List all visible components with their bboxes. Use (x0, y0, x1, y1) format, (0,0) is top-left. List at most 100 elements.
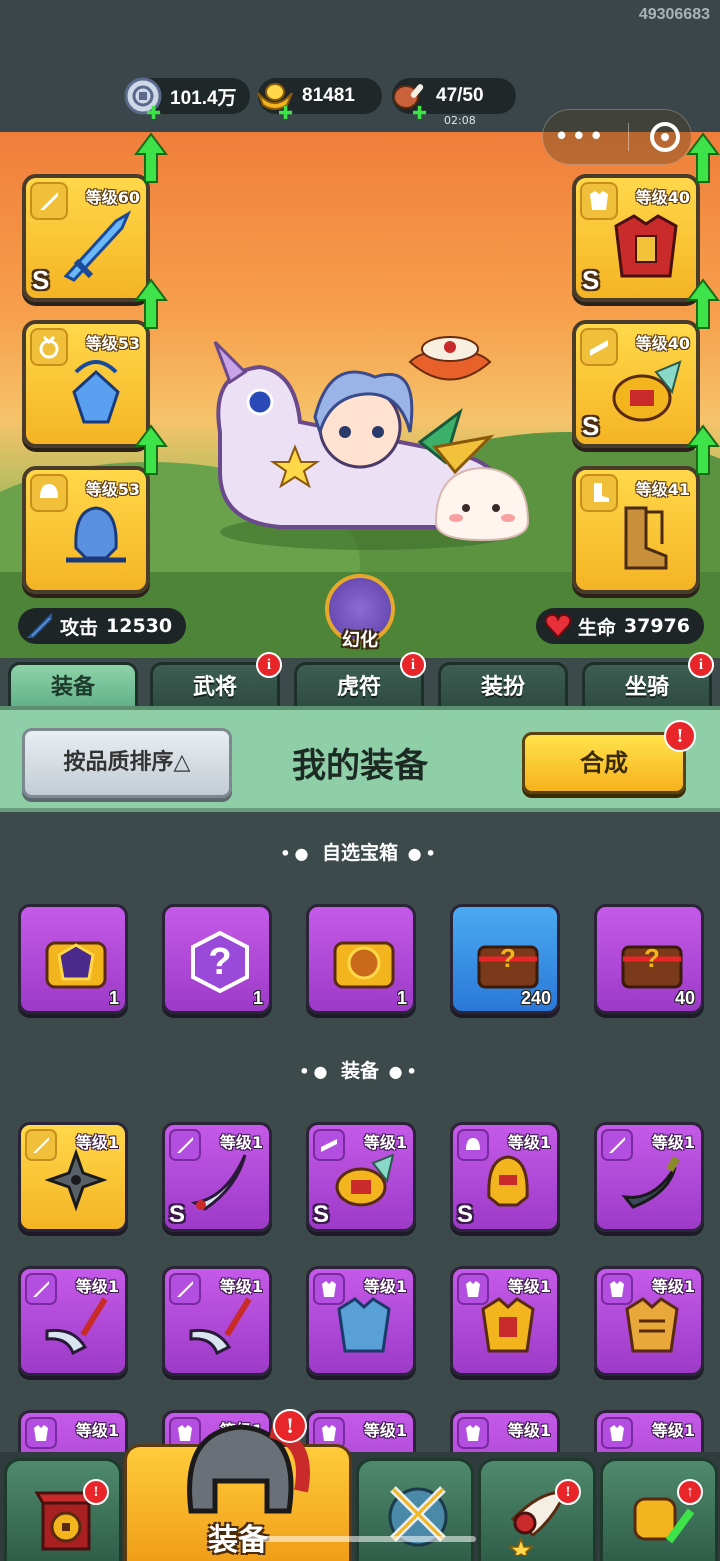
nav-equipment[interactable]: 装备 ! (124, 1409, 352, 1561)
equip-slot-boots[interactable]: 等级41 (572, 466, 700, 594)
equip-slot-necklace[interactable]: 等级53 (22, 320, 150, 448)
section-title-equipment: •● 装备 ●• (0, 1056, 720, 1083)
silver-resource[interactable]: 101.4万 ✚ (124, 77, 250, 124)
item-count: 1 (396, 988, 407, 1008)
chest-item[interactable]: 1 (18, 904, 128, 1014)
golden-belt-icon (606, 352, 686, 436)
equip-slot-weapon[interactable]: 等级60 S (22, 174, 150, 302)
attack-value: 12530 (106, 615, 173, 637)
alert-badge: ! (555, 1479, 581, 1505)
equipment-item[interactable]: 等级1 (18, 1266, 128, 1376)
equip-slot-armor[interactable]: 等级40 S (572, 174, 700, 302)
upgrade-arrow-icon (134, 278, 168, 329)
equipment-item[interactable]: 等级1 (594, 1122, 704, 1232)
dagger-icon (619, 1147, 685, 1217)
chest-item[interactable]: 1 (306, 904, 416, 1014)
sword-icon (26, 612, 54, 640)
more-menu-button[interactable]: ••• (554, 122, 606, 152)
info-badge: i (400, 652, 426, 678)
hp-stat: 生命 37976 (535, 608, 704, 644)
decor-dots: ●• (398, 844, 440, 863)
upgrade-arrow-icon (134, 132, 168, 183)
sort-by-quality-button[interactable]: 按品质排序△ (22, 728, 232, 798)
nav-upgrade[interactable]: ↑ (600, 1458, 718, 1561)
equipment-header: 按品质排序△ 我的装备 合成 ! (0, 706, 720, 812)
armor-icon (331, 1291, 397, 1361)
inventory-panel: •● 自选宝箱 ●• 1 ? 1 1 ? 240 ? 40 •● 装备 ●• 等… (0, 812, 720, 1520)
add-silver-icon[interactable]: ✚ (146, 103, 161, 124)
capsule-divider (627, 123, 629, 151)
nav-horn[interactable]: ! (478, 1458, 596, 1561)
crossed-swords-icon (381, 1477, 455, 1555)
lion-chest-icon (331, 929, 397, 999)
item-level: 等级1 (363, 1421, 407, 1440)
add-stamina-icon[interactable]: ✚ (412, 103, 427, 124)
stamina-resource[interactable]: 47/50 ✚ 02:08 (392, 78, 516, 127)
item-count: 240 (520, 988, 551, 1008)
blue-pendant-icon (56, 352, 136, 436)
nav-shop[interactable]: ! (4, 1458, 122, 1561)
shuriken-icon (43, 1147, 109, 1217)
tab-label: 装扮 (480, 675, 525, 700)
item-count: 1 (252, 988, 263, 1008)
upgrade-badge: ↑ (677, 1479, 703, 1505)
item-count: 40 (674, 988, 695, 1008)
transform-button[interactable]: 幻化 (322, 574, 398, 654)
chest-item[interactable]: ? 40 (594, 904, 704, 1014)
decor-dots: •● (299, 1062, 341, 1081)
section-title-text: 自选宝箱 (321, 842, 398, 864)
close-target-icon[interactable] (650, 122, 681, 152)
equipment-item[interactable]: 等级1 S (162, 1122, 272, 1232)
chest-item[interactable]: ? 1 (162, 904, 272, 1014)
attack-label: 攻击 (60, 616, 99, 639)
equipment-item[interactable]: 等级1 S (306, 1122, 416, 1232)
svg-text:?: ? (500, 943, 516, 973)
decor-dots: •● (280, 844, 322, 863)
slot-level: 等级53 (85, 480, 140, 499)
upgrade-arrow-icon (134, 424, 168, 475)
alert-badge: ! (273, 1409, 307, 1443)
red-armor-icon (606, 206, 686, 290)
heart-icon (544, 613, 572, 639)
nav-battle[interactable] (356, 1458, 474, 1561)
equipment-item[interactable]: 等级1 (450, 1266, 560, 1376)
synthesize-button[interactable]: 合成 (522, 732, 686, 794)
ice-sword-icon (56, 206, 136, 290)
tab-costume[interactable]: 装扮 (438, 662, 568, 710)
equipment-item[interactable]: 等级1 S (450, 1122, 560, 1232)
svg-text:?: ? (644, 943, 660, 973)
equipment-item[interactable]: 等级1 (594, 1266, 704, 1376)
gold-resource[interactable]: 81481 ✚ (257, 78, 382, 124)
slot-level: 等级40 (635, 334, 690, 353)
add-gold-icon[interactable]: ✚ (278, 103, 293, 124)
transform-label: 幻化 (342, 630, 378, 651)
decor-dots: ●• (379, 1062, 421, 1081)
tab-label: 虎符 (336, 675, 381, 700)
equip-slot-belt[interactable]: 等级40 S (572, 320, 700, 448)
home-indicator (246, 1536, 476, 1542)
equipment-item[interactable]: 等级1 (162, 1266, 272, 1376)
belt-icon (331, 1147, 397, 1217)
equipment-tabs: 装备 武将 虎符 装扮 坐骑 i i i (0, 652, 720, 710)
upgrade-arrow-icon (686, 424, 720, 475)
equipment-item[interactable]: 等级1 (18, 1122, 128, 1232)
helmet-icon (475, 1147, 541, 1217)
blue-helmet-icon (56, 498, 136, 582)
armor-category-icon (25, 1417, 57, 1449)
info-badge: i (256, 652, 282, 678)
glaive-icon (43, 1291, 109, 1361)
gold-value: 81481 (302, 85, 355, 106)
chest-item[interactable]: ? 240 (450, 904, 560, 1014)
tab-equipment[interactable]: 装备 (8, 662, 138, 710)
equip-slot-helmet[interactable]: 等级53 (22, 466, 150, 594)
slot-grade: S (582, 265, 600, 295)
equipment-item[interactable]: 等级1 (306, 1266, 416, 1376)
slot-level: 等级40 (635, 188, 690, 207)
upgrade-arrow-icon (686, 278, 720, 329)
hp-label: 生命 (577, 616, 616, 639)
page-title: 我的装备 (292, 746, 428, 786)
tab-label: 坐骑 (624, 675, 669, 700)
armor-category-icon (457, 1417, 489, 1449)
slot-grade: S (32, 265, 50, 295)
armor-icon (619, 1291, 685, 1361)
